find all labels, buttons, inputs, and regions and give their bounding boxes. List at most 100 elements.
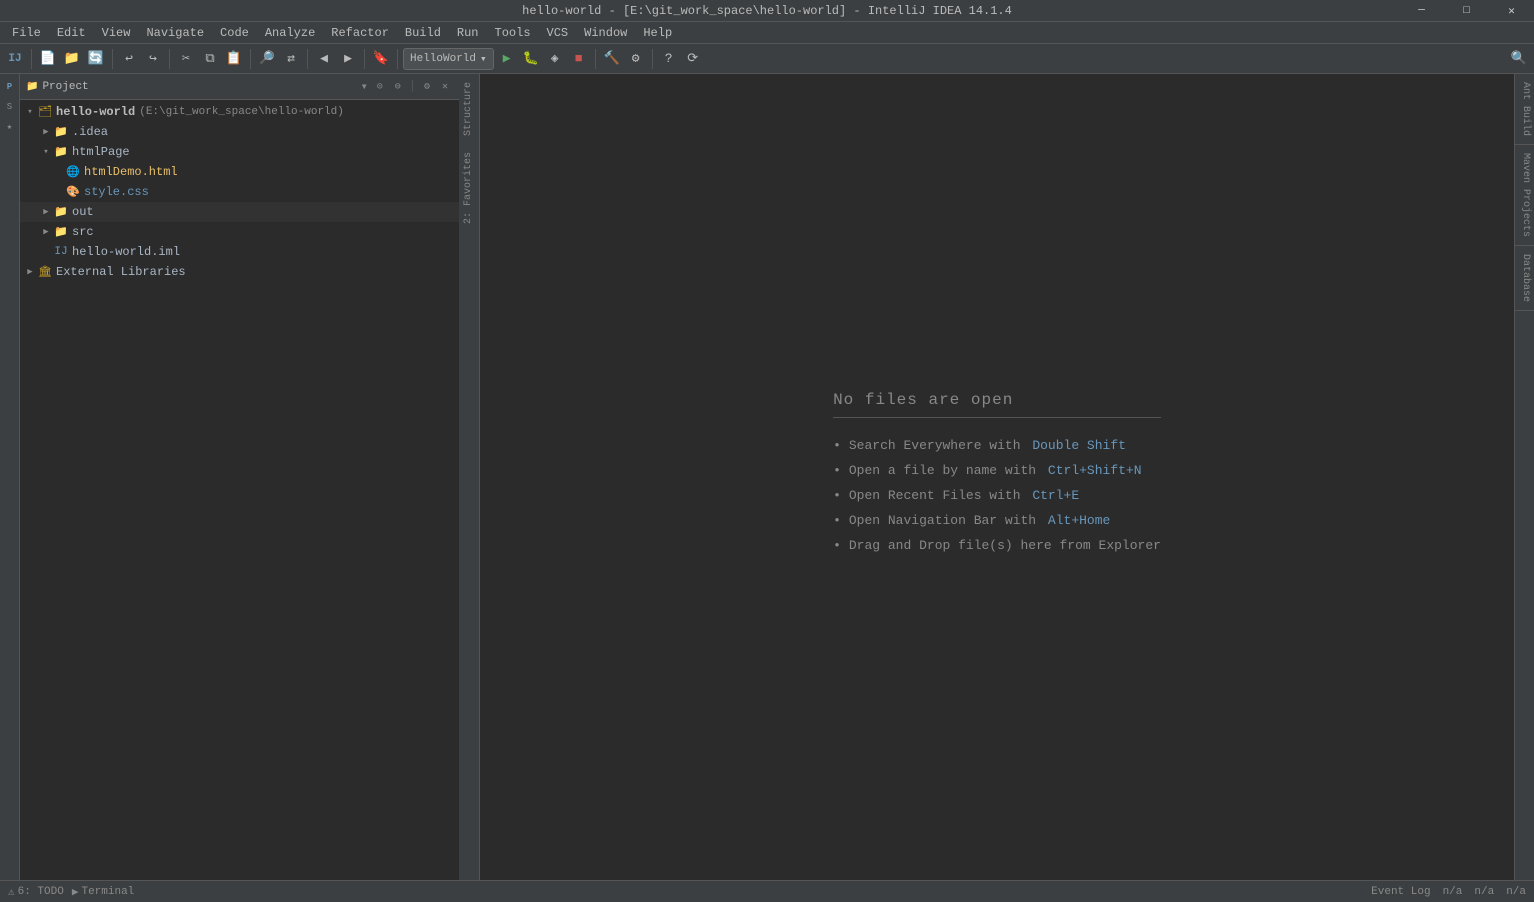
menu-tools[interactable]: Tools (487, 22, 539, 44)
update-button[interactable]: ⟳ (682, 48, 704, 70)
iml-icon: IJ (54, 245, 68, 259)
title-bar: hello-world - [E:\git_work_space\hello-w… (0, 0, 1534, 22)
favorites-tab[interactable]: 2: Favorites (460, 144, 479, 228)
toolbar-sep-4 (250, 49, 251, 69)
toolbar: IJ 📄 📁 🔄 ↩ ↪ ✂ ⧉ 📋 🔎 ⇄ ◀ ▶ 🔖 HelloWorld … (0, 44, 1534, 74)
menu-code[interactable]: Code (212, 22, 257, 44)
stylecss-icon: 🎨 (66, 185, 80, 199)
hint-nav-shortcut: Alt+Home (1048, 513, 1110, 528)
position-label: n/a (1443, 886, 1463, 898)
tree-iml[interactable]: IJ hello-world.iml (20, 242, 459, 262)
run-config-dropdown[interactable]: HelloWorld ▾ (403, 48, 494, 70)
copy-button[interactable]: ⧉ (199, 48, 221, 70)
menu-refactor[interactable]: Refactor (323, 22, 397, 44)
favorites-icon[interactable]: ★ (1, 118, 19, 136)
navigate-forward-button[interactable]: ▶ (337, 48, 359, 70)
hint-search-text: Search Everywhere with (849, 438, 1028, 453)
project-panel-icon-small: 📁 (26, 81, 38, 93)
build-button[interactable]: 🔨 (601, 48, 623, 70)
project-collapse-icon[interactable]: ⊖ (390, 79, 406, 95)
new-file-button[interactable]: 📄 (37, 48, 59, 70)
hint-nav-bar: Open Navigation Bar with Alt+Home (833, 513, 1161, 528)
maven-projects-tab[interactable]: Maven Projects (1515, 145, 1534, 246)
help-button[interactable]: ? (658, 48, 680, 70)
menu-navigate[interactable]: Navigate (138, 22, 212, 44)
find-button[interactable]: 🔎 (256, 48, 278, 70)
menu-edit[interactable]: Edit (49, 22, 94, 44)
project-panel-icon[interactable]: P (1, 78, 19, 96)
hint-search-everywhere: Search Everywhere with Double Shift (833, 438, 1161, 453)
status-bar: ⚠ 6: TODO ▶ Terminal Event Log n/a n/a n… (0, 880, 1534, 902)
terminal-status-item[interactable]: ▶ Terminal (72, 885, 134, 899)
menu-window[interactable]: Window (576, 22, 635, 44)
undo-button[interactable]: ↩ (118, 48, 140, 70)
event-log-item[interactable]: Event Log (1371, 886, 1430, 898)
search-everywhere-button[interactable]: 🔍 (1508, 48, 1530, 70)
tree-src[interactable]: ▶ 📁 src (20, 222, 459, 242)
toolbar-sep-2 (112, 49, 113, 69)
project-close-icon[interactable]: ✕ (437, 79, 453, 95)
tree-stylecss[interactable]: 🎨 style.css (20, 182, 459, 202)
menu-help[interactable]: Help (635, 22, 680, 44)
tree-htmldemo[interactable]: 🌐 htmlDemo.html (20, 162, 459, 182)
iml-label: hello-world.iml (72, 245, 180, 259)
toolbar-sep-3 (169, 49, 170, 69)
hint-drag-drop: Drag and Drop file(s) here from Explorer (833, 538, 1161, 553)
todo-label: 6: TODO (18, 886, 64, 898)
htmldemo-icon: 🌐 (66, 165, 80, 179)
project-panel-header: 📁 Project ▾ ⊙ ⊖ | ⚙ ✕ (20, 74, 459, 100)
position-item: n/a (1443, 886, 1463, 898)
status-bar-left: ⚠ 6: TODO ▶ Terminal (8, 885, 1359, 899)
ext-libs-icon: 🏛 (38, 265, 52, 279)
menu-file[interactable]: File (4, 22, 49, 44)
maximize-button[interactable]: □ (1444, 0, 1489, 22)
tree-htmlpage[interactable]: ▾ 📁 htmlPage (20, 142, 459, 162)
toolbar-sep-9 (652, 49, 653, 69)
synchronize-button[interactable]: 🔄 (85, 48, 107, 70)
window-controls: ─ □ ✕ (1399, 0, 1534, 22)
toolbar-sep-1 (31, 49, 32, 69)
run-button[interactable]: ▶ (496, 48, 518, 70)
hint-open-name-text: Open a file by name with (849, 463, 1044, 478)
htmlpage-label: htmlPage (72, 145, 130, 159)
terminal-icon: ▶ (72, 885, 79, 899)
intellij-logo: IJ (4, 48, 26, 70)
project-scroll-to-source-icon[interactable]: ⊙ (372, 79, 388, 95)
menu-analyze[interactable]: Analyze (257, 22, 323, 44)
settings-button[interactable]: ⚙ (625, 48, 647, 70)
stop-button[interactable]: ■ (568, 48, 590, 70)
close-button[interactable]: ✕ (1489, 0, 1534, 22)
window-title: hello-world - [E:\git_work_space\hello-w… (522, 4, 1012, 18)
menu-vcs[interactable]: VCS (539, 22, 577, 44)
main-layout: P S ★ 📁 Project ▾ ⊙ ⊖ | ⚙ ✕ ▾ 🗂 hello-wo… (0, 74, 1534, 880)
paste-button[interactable]: 📋 (223, 48, 245, 70)
todo-status-item[interactable]: ⚠ 6: TODO (8, 885, 64, 899)
redo-button[interactable]: ↪ (142, 48, 164, 70)
run-with-coverage-button[interactable]: ◈ (544, 48, 566, 70)
replace-button[interactable]: ⇄ (280, 48, 302, 70)
project-panel-dropdown-arrow[interactable]: ▾ (361, 79, 368, 94)
menu-run[interactable]: Run (449, 22, 487, 44)
ant-build-tab[interactable]: Ant Build (1515, 74, 1534, 145)
open-button[interactable]: 📁 (61, 48, 83, 70)
project-settings-icon[interactable]: ⚙ (419, 79, 435, 95)
structure-tab[interactable]: Structure (460, 74, 479, 144)
tree-root[interactable]: ▾ 🗂 hello-world (E:\git_work_space\hello… (20, 102, 459, 122)
tree-out[interactable]: ▶ 📁 out (20, 202, 459, 222)
minimize-button[interactable]: ─ (1399, 0, 1444, 22)
root-path: (E:\git_work_space\hello-world) (139, 106, 344, 118)
menu-view[interactable]: View (94, 22, 139, 44)
structure-icon[interactable]: S (1, 98, 19, 116)
bookmarks-button[interactable]: 🔖 (370, 48, 392, 70)
tree-idea[interactable]: ▶ 📁 .idea (20, 122, 459, 142)
toolbar-wrapper: IJ 📄 📁 🔄 ↩ ↪ ✂ ⧉ 📋 🔎 ⇄ ◀ ▶ 🔖 HelloWorld … (0, 44, 1534, 74)
menu-build[interactable]: Build (397, 22, 449, 44)
cut-button[interactable]: ✂ (175, 48, 197, 70)
toolbar-sep-7 (397, 49, 398, 69)
tree-external-libs[interactable]: ▶ 🏛 External Libraries (20, 262, 459, 282)
hint-open-name-shortcut: Ctrl+Shift+N (1048, 463, 1142, 478)
ext-libs-arrow: ▶ (24, 266, 36, 278)
database-tab[interactable]: Database (1515, 246, 1534, 311)
debug-button[interactable]: 🐛 (520, 48, 542, 70)
navigate-back-button[interactable]: ◀ (313, 48, 335, 70)
